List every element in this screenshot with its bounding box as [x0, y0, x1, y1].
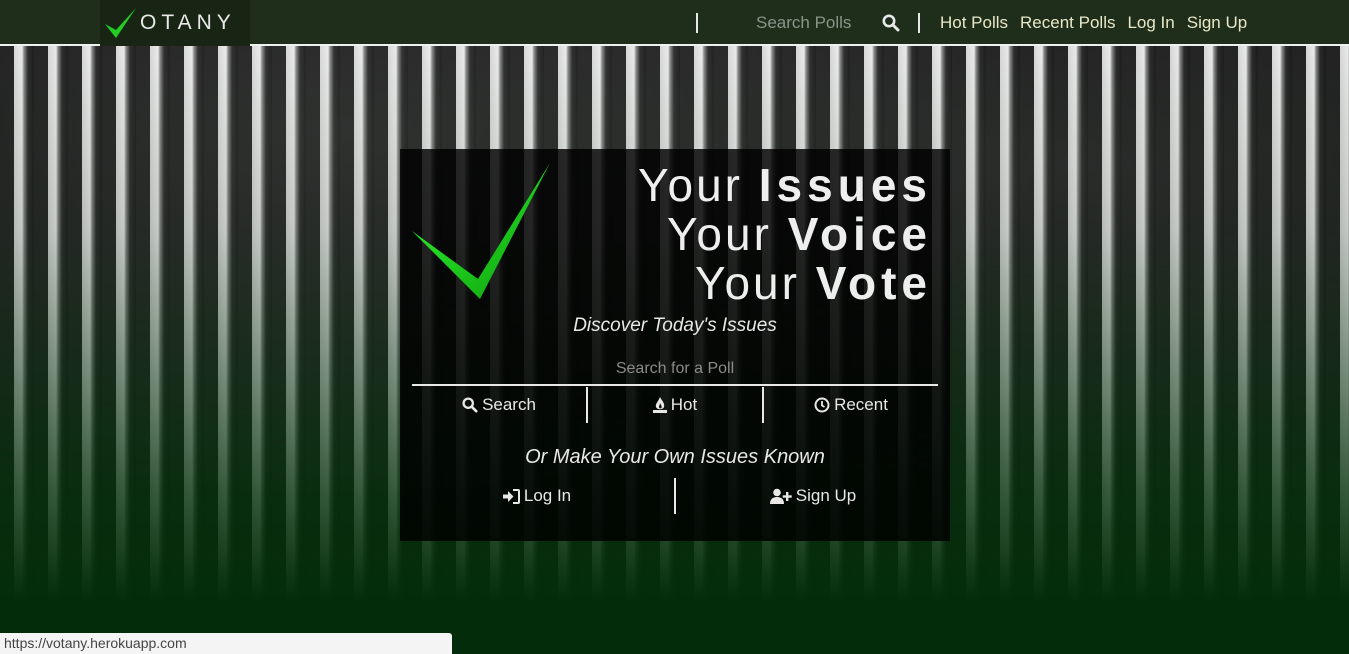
account-button-row: Log In Sign Up	[400, 478, 950, 514]
headline-line: Your Voice	[638, 210, 932, 259]
brand-logo[interactable]: OTANY	[100, 0, 250, 46]
poll-button-row: Search Hot Recent	[412, 387, 938, 423]
fire-icon	[652, 397, 667, 413]
headline-light: Your	[638, 159, 743, 211]
check-mark-icon	[412, 163, 550, 299]
nav-link-recent-polls[interactable]: Recent Polls	[1020, 13, 1115, 33]
sign-in-icon	[502, 488, 520, 504]
headline-line: Your Issues	[638, 161, 932, 210]
sign-up-label: Sign Up	[795, 486, 857, 505]
poll-search-input[interactable]	[412, 354, 938, 386]
search-icon	[462, 397, 478, 413]
make-your-own-heading: Or Make Your Own Issues Known	[525, 446, 825, 468]
sign-up-button[interactable]: Sign Up	[674, 478, 950, 514]
user-plus-icon	[769, 488, 792, 504]
check-logo-icon	[105, 8, 136, 38]
hero-panel: Your Issues Your Voice Your Vote Discove…	[400, 149, 950, 541]
navbar: OTANY Hot Polls Recent Polls Log In Sign…	[0, 0, 1349, 46]
discover-heading: Discover Today's Issues	[573, 315, 777, 336]
nav-divider	[918, 13, 920, 33]
clock-icon	[814, 397, 830, 413]
hot-button-label: Hot	[670, 395, 698, 414]
log-in-label: Log In	[523, 486, 572, 505]
status-bar-url: https://votany.herokuapp.com	[0, 633, 452, 654]
headline-line: Your Vote	[638, 259, 932, 308]
headline-bold: Vote	[815, 257, 932, 309]
log-in-button[interactable]: Log In	[400, 478, 674, 514]
nav-search-input[interactable]	[754, 12, 878, 34]
search-button-label: Search	[482, 395, 536, 414]
headline: Your Issues Your Voice Your Vote	[638, 161, 932, 308]
headline-light: Your	[666, 208, 772, 260]
headline-light: Your	[694, 257, 800, 309]
brand-name: OTANY	[140, 11, 236, 34]
nav-search-button[interactable]	[882, 14, 900, 32]
nav-right: Hot Polls Recent Polls Log In Sign Up	[696, 0, 1259, 46]
nav-link-sign-up[interactable]: Sign Up	[1187, 13, 1247, 33]
nav-divider	[696, 13, 698, 33]
search-button[interactable]: Search	[412, 387, 586, 423]
nav-link-hot-polls[interactable]: Hot Polls	[940, 13, 1008, 33]
recent-button[interactable]: Recent	[762, 387, 938, 423]
nav-link-log-in[interactable]: Log In	[1127, 13, 1174, 33]
hot-button[interactable]: Hot	[586, 387, 762, 423]
nav-links: Hot Polls Recent Polls Log In Sign Up	[940, 13, 1259, 33]
headline-bold: Voice	[787, 208, 932, 260]
recent-button-label: Recent	[834, 395, 888, 414]
search-icon	[882, 14, 900, 32]
headline-bold: Issues	[758, 159, 932, 211]
